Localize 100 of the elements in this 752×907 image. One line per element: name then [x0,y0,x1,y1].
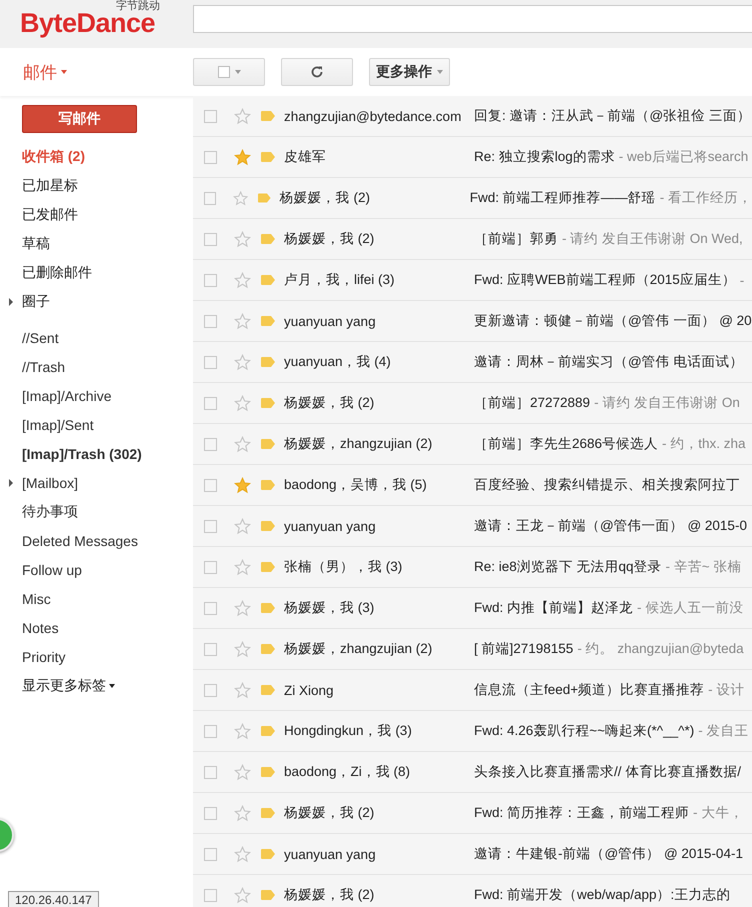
more-actions-button[interactable]: 更多操作 [369,58,450,86]
star-icon[interactable] [234,846,251,862]
label-tag-icon[interactable] [261,644,275,654]
label-tag-icon[interactable] [261,480,275,490]
message-row[interactable]: 杨媛媛，zhangzujian (2) [ 前端]27198155 - 约。 zhangzujian@byteda [193,629,752,670]
checkbox[interactable] [204,520,217,532]
refresh-icon[interactable] [310,65,324,79]
search-field[interactable] [193,5,752,33]
label-tag-icon[interactable] [261,111,275,121]
star-icon[interactable] [234,108,251,124]
checkbox[interactable] [204,642,217,656]
checkbox[interactable] [204,478,217,492]
star-icon[interactable] [234,804,251,822]
label-tag-icon[interactable] [261,234,275,244]
star-icon[interactable] [234,558,251,576]
star-icon[interactable] [234,518,251,534]
label-tag-icon[interactable] [261,849,275,859]
sidebar-item[interactable]: 已加星标 [0,171,193,200]
sidebar-item[interactable]: [Imap]/Archive [0,381,193,410]
star-icon[interactable] [234,436,251,452]
checkbox[interactable] [204,888,217,902]
sidebar-item[interactable]: [Mailbox] [0,468,193,497]
checkbox[interactable] [204,232,217,246]
refresh-button[interactable] [281,58,353,86]
star-icon[interactable] [234,640,251,658]
checkbox[interactable] [204,848,217,860]
sidebar-item[interactable]: Deleted Messages [0,526,193,555]
sidebar-item[interactable]: 待办事项 [0,497,193,526]
message-row[interactable]: baodong，Zi，我 (8) 头条接入比赛直播需求// 体育比赛直播数据/ [193,752,752,793]
label-tag-icon[interactable] [261,890,275,900]
message-row[interactable]: 杨媛媛，我 (2) Fwd: 前端工程师推荐——舒瑶 - 看工作经历， [193,178,752,219]
message-row[interactable]: 杨媛媛，我 (2) Fwd: 简历推荐：王鑫，前端工程师 - 大牛， [193,793,752,834]
sidebar-item[interactable]: 已发邮件 [0,200,193,229]
compose-button[interactable]: 写邮件 [22,105,137,133]
message-row[interactable]: zhangzujian@bytedance.com 回复: 邀请：汪从武－前端（@张祖俭 三面） [193,96,752,137]
message-row[interactable]: yuanyuan，我 (4) 邀请：周林－前端实习（@管伟 电话面试） [193,342,752,383]
message-row[interactable]: yuanyuan yang 邀请：王龙－前端（@管伟一面） @ 2015-0 [193,506,752,547]
star-icon[interactable] [234,230,251,248]
checkbox[interactable] [204,314,217,328]
message-row[interactable]: yuanyuan yang 更新邀请：顿健－前端（@管伟 一面） @ 20 [193,301,752,342]
sidebar-item[interactable]: //Trash [0,352,193,381]
star-icon[interactable] [234,764,251,780]
star-icon[interactable] [234,886,251,904]
message-row[interactable]: 张楠（男），我 (3) Re: ie8浏览器下 无法用qq登录 - 辛苦~ 张楠 [193,547,752,588]
message-row[interactable]: 杨媛媛，我 (3) Fwd: 内推【前端】赵泽龙 - 候选人五一前没 [193,588,752,629]
sidebar-item[interactable]: Notes [0,613,193,642]
label-tag-icon[interactable] [261,808,275,818]
message-row[interactable]: baodong，吴博，我 (5) 百度经验、搜索纠错提示、相关搜索阿拉丁 [193,465,752,506]
label-tag-icon[interactable] [261,275,275,285]
sidebar-item[interactable]: 收件箱 (2) [0,142,193,171]
message-row[interactable]: 杨媛媛，我 (2) Fwd: 前端开发（web/wap/app）:王力志的 [193,875,752,907]
star-icon[interactable] [234,476,251,494]
checkbox[interactable] [204,150,217,164]
message-row[interactable]: 皮雄军 Re: 独立搜索log的需求 - web后端已将search [193,137,752,178]
star-icon[interactable] [234,394,251,412]
sidebar-item[interactable]: Priority [0,642,193,671]
sidebar-item[interactable]: 已删除邮件 [0,258,193,287]
label-tag-icon[interactable] [261,603,275,613]
checkbox[interactable] [204,274,217,286]
label-tag-icon[interactable] [261,767,275,777]
star-icon[interactable] [234,312,251,330]
checkbox[interactable] [204,192,216,204]
checkbox[interactable] [204,356,217,368]
label-tag-icon[interactable] [261,439,275,449]
checkbox[interactable] [204,684,217,696]
label-tag-icon[interactable] [261,726,275,736]
star-icon[interactable] [234,354,251,370]
select-button[interactable] [193,58,265,86]
message-row[interactable]: 杨媛媛，我 (2) ［前端］27272889 - 请约 发自王伟谢谢 On [193,383,752,424]
checkbox[interactable] [204,110,217,122]
checkbox[interactable] [204,438,217,450]
message-row[interactable]: 卢月，我，lifei (3) Fwd: 应聘WEB前端工程师（2015应届生） - [193,260,752,301]
checkbox[interactable] [204,806,217,820]
label-tag-icon[interactable] [261,398,275,408]
sidebar-item[interactable]: Follow up [0,555,193,584]
sidebar-item[interactable]: 圈子 [0,287,193,316]
label-tag-icon[interactable] [258,193,271,203]
label-tag-icon[interactable] [261,357,275,367]
more-labels-link[interactable]: 显示更多标签 [22,676,106,694]
message-row[interactable]: Hongdingkun，我 (3) Fwd: 4.26轰趴行程~~嗨起来(*^__^*) - 发自王 [193,711,752,752]
message-row[interactable]: yuanyuan yang 邀请：牛建银-前端（@管伟） @ 2015-04-1 [193,834,752,875]
star-icon[interactable] [234,600,251,616]
caret-icon[interactable] [109,684,115,688]
star-icon[interactable] [232,190,248,206]
checkbox[interactable] [204,724,217,738]
label-tag-icon[interactable] [261,521,275,531]
message-row[interactable]: Zi Xiong 信息流（主feed+频道）比赛直播推荐 - 设计 [193,670,752,711]
checkbox[interactable] [204,602,217,614]
label-tag-icon[interactable] [261,562,275,572]
label-tag-icon[interactable] [261,152,275,162]
sidebar-item[interactable]: [Imap]/Trash (302) [0,439,193,468]
checkbox[interactable] [204,766,217,778]
star-icon[interactable] [234,148,251,166]
message-row[interactable]: 杨媛媛，我 (2) ［前端］郭勇 - 请约 发自王伟谢谢 On Wed, [193,219,752,260]
label-tag-icon[interactable] [261,316,275,326]
message-row[interactable]: 杨媛媛，zhangzujian (2) ［前端］李先生2686号候选人 - 约，thx. zha [193,424,752,465]
app-menu[interactable]: 邮件 [23,60,57,84]
star-icon[interactable] [234,722,251,740]
expand-arrow-icon[interactable] [9,479,13,487]
star-icon[interactable] [234,682,251,698]
